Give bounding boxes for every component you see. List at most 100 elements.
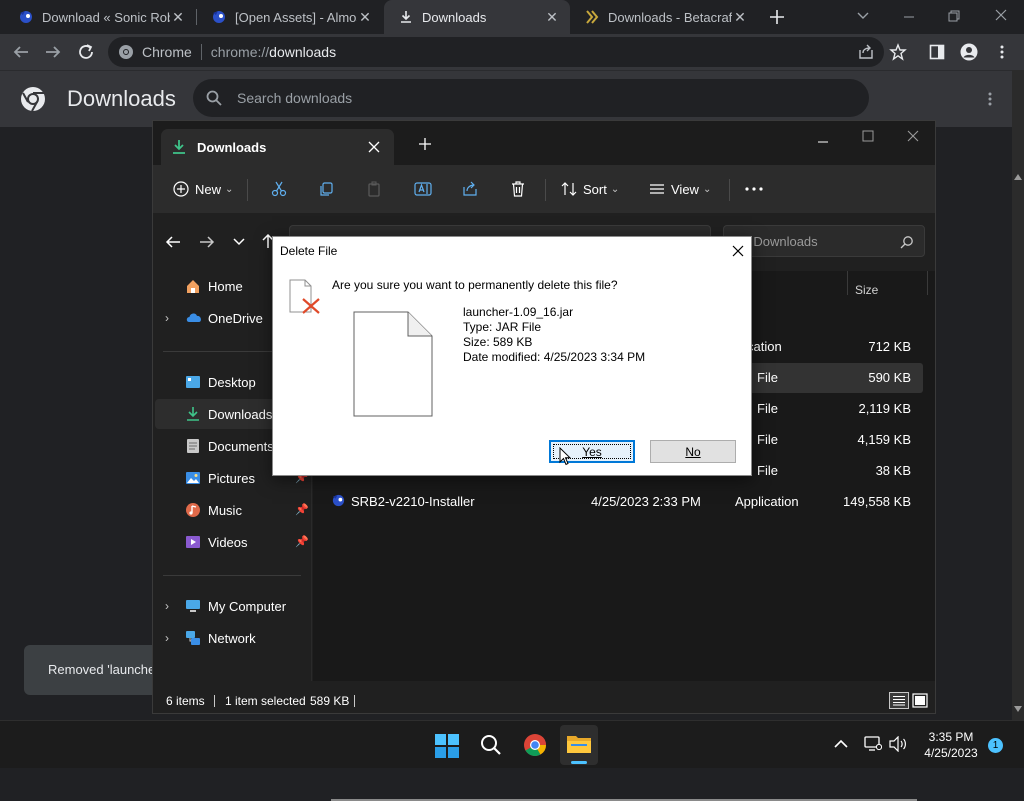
forward-icon[interactable]	[199, 235, 215, 249]
details-view-icon[interactable]	[889, 692, 909, 709]
status-bar: 6 items 1 item selected 589 KB	[153, 687, 935, 713]
removed-toast: Removed 'launcher	[24, 645, 164, 695]
nav-item-music[interactable]: Music 📌	[155, 495, 309, 525]
tab-title: Download « Sonic Rob	[42, 9, 170, 25]
close-icon[interactable]	[727, 241, 749, 261]
chevron-right-icon[interactable]: ›	[165, 311, 169, 325]
browser-tab-2[interactable]: [Open Assets] - Almost ✕	[197, 0, 383, 34]
chevron-down-icon: ⌄	[702, 183, 712, 195]
tiles-view-icon[interactable]	[912, 693, 928, 708]
network-icon[interactable]	[864, 736, 882, 752]
chrome-taskbar-icon[interactable]	[523, 733, 547, 757]
system-clock[interactable]: 3:35 PM 4/25/2023	[916, 729, 986, 761]
divider	[927, 271, 928, 295]
profile-icon[interactable]	[960, 43, 978, 61]
back-icon[interactable]	[165, 235, 181, 249]
tab-search-icon[interactable]	[856, 8, 870, 22]
share-icon[interactable]	[858, 44, 874, 60]
page-scrollbar[interactable]	[1012, 70, 1024, 720]
window-close-icon[interactable]	[907, 130, 919, 142]
view-icon	[649, 181, 665, 197]
search-icon[interactable]	[480, 734, 502, 756]
scroll-up-icon[interactable]	[1014, 174, 1022, 180]
documents-icon	[185, 438, 201, 454]
paste-icon[interactable]	[366, 177, 382, 201]
file-row[interactable]: SRB2-v2210-Installer 4/25/2023 2:33 PM A…	[323, 487, 923, 517]
browser-tab-1[interactable]: Download « Sonic Rob ✕	[4, 0, 196, 34]
menu-kebab-icon[interactable]	[994, 44, 1010, 60]
sonic-icon	[18, 9, 34, 25]
new-tab-icon[interactable]	[419, 138, 431, 150]
close-icon[interactable]: ✕	[732, 9, 748, 25]
file-size: 712 KB	[868, 339, 911, 354]
column-header-size[interactable]: Size	[855, 283, 878, 297]
chevron-up-icon[interactable]	[834, 739, 848, 749]
explorer-search-input[interactable]: ch Downloads	[723, 225, 925, 257]
browser-tab-4[interactable]: Downloads - Betacraft ✕	[570, 0, 758, 34]
new-button[interactable]: New ⌄	[173, 177, 233, 201]
chrome-icon	[118, 44, 134, 60]
nav-item-label: My Computer	[208, 599, 287, 614]
file-explorer-taskbar-button[interactable]	[560, 725, 598, 765]
nav-item-videos[interactable]: Videos 📌	[155, 527, 309, 557]
home-icon	[185, 278, 201, 294]
file-type: File	[757, 432, 778, 447]
betacraft-icon	[584, 9, 600, 25]
close-icon[interactable]: ✕	[544, 9, 560, 25]
no-button[interactable]: No	[650, 440, 736, 463]
chevron-right-icon[interactable]: ›	[165, 599, 169, 613]
scroll-down-icon[interactable]	[1014, 706, 1022, 712]
bookmark-star-icon[interactable]	[889, 43, 907, 61]
windows-start-icon[interactable]	[435, 734, 459, 758]
nav-item-my-computer[interactable]: › My Computer	[155, 591, 309, 621]
browser-tab-3[interactable]: Downloads ✕	[384, 0, 570, 34]
sort-button[interactable]: Sort ⌄	[561, 177, 619, 201]
forward-icon[interactable]	[44, 43, 62, 61]
window-close-icon[interactable]	[994, 8, 1008, 22]
chevron-right-icon[interactable]: ›	[165, 631, 169, 645]
back-icon[interactable]	[12, 43, 30, 61]
sort-icon	[561, 181, 577, 197]
reload-icon[interactable]	[77, 43, 95, 61]
taskbar: 3:35 PM 4/25/2023 1	[0, 720, 1024, 768]
minimize-icon[interactable]	[817, 136, 829, 148]
search-placeholder: Search downloads	[237, 90, 353, 106]
downloads-search-input[interactable]: Search downloads	[193, 79, 869, 117]
file-size: Size: 589 KB	[463, 335, 533, 349]
maximize-icon[interactable]	[862, 130, 874, 142]
delete-icon[interactable]	[510, 177, 526, 201]
nav-item-network[interactable]: › Network	[155, 623, 309, 653]
cut-icon[interactable]	[271, 177, 287, 201]
active-indicator	[571, 761, 587, 764]
sonic-icon	[331, 493, 346, 508]
more-options-icon[interactable]	[745, 177, 763, 201]
copy-icon[interactable]	[318, 177, 334, 201]
pin-icon[interactable]: 📌	[295, 535, 309, 548]
search-icon	[205, 89, 223, 107]
close-icon[interactable]	[368, 141, 394, 153]
minimize-icon[interactable]	[902, 10, 916, 24]
restore-icon[interactable]	[947, 9, 961, 23]
pin-icon[interactable]: 📌	[295, 503, 309, 516]
recent-locations-icon[interactable]	[233, 237, 245, 247]
browser-tab-strip: Download « Sonic Rob ✕ [Open Assets] - A…	[0, 0, 1024, 34]
search-icon	[900, 235, 914, 249]
downloads-menu-icon[interactable]	[982, 91, 998, 107]
notification-badge[interactable]: 1	[988, 738, 1003, 753]
explorer-ribbon: New ⌄ Sort ⌄ View ⌄	[153, 165, 935, 213]
share-icon[interactable]	[462, 177, 478, 201]
new-tab-icon[interactable]	[768, 8, 786, 26]
no-label: No	[685, 444, 701, 459]
close-icon[interactable]: ✕	[357, 9, 373, 25]
rename-icon[interactable]	[414, 177, 432, 201]
side-panel-icon[interactable]	[929, 44, 945, 60]
file-type: File	[757, 401, 778, 416]
volume-icon[interactable]	[889, 736, 907, 752]
address-bar[interactable]: Chrome chrome:// downloads	[108, 37, 884, 67]
view-button[interactable]: View ⌄	[649, 177, 711, 201]
explorer-tab-downloads[interactable]: Downloads	[161, 129, 394, 165]
page-title: Downloads	[67, 86, 176, 111]
explorer-tab-title: Downloads	[197, 139, 267, 155]
close-icon[interactable]: ✕	[170, 9, 186, 25]
dialog-question: Are you sure you want to permanently del…	[332, 278, 618, 292]
